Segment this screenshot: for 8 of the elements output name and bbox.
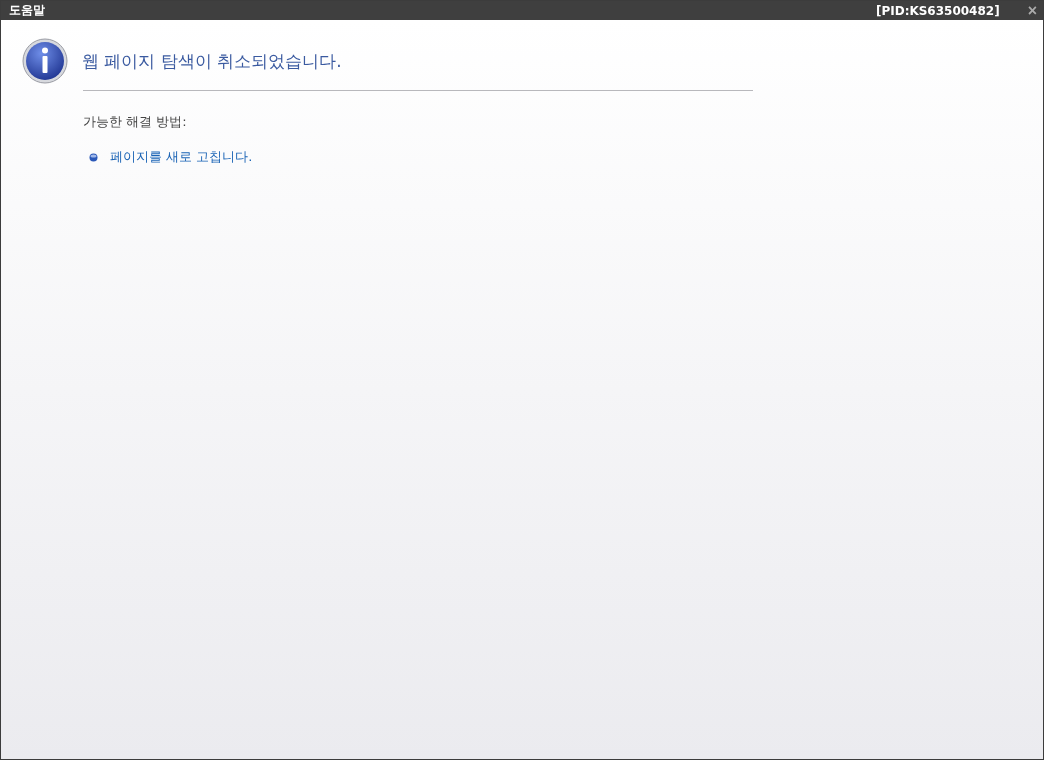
info-icon: [22, 38, 68, 84]
close-button[interactable]: ×: [1027, 2, 1037, 19]
bullet-icon: [89, 152, 98, 162]
window-title: 도움말: [9, 2, 46, 19]
subheading: 가능한 해결 방법:: [83, 113, 188, 131]
refresh-link[interactable]: 페이지를 새로 고칩니다.: [110, 148, 253, 166]
heading: 웹 페이지 탐색이 취소되었습니다.: [82, 49, 342, 73]
process-id: [PID:KS63500482]: [875, 3, 1000, 18]
